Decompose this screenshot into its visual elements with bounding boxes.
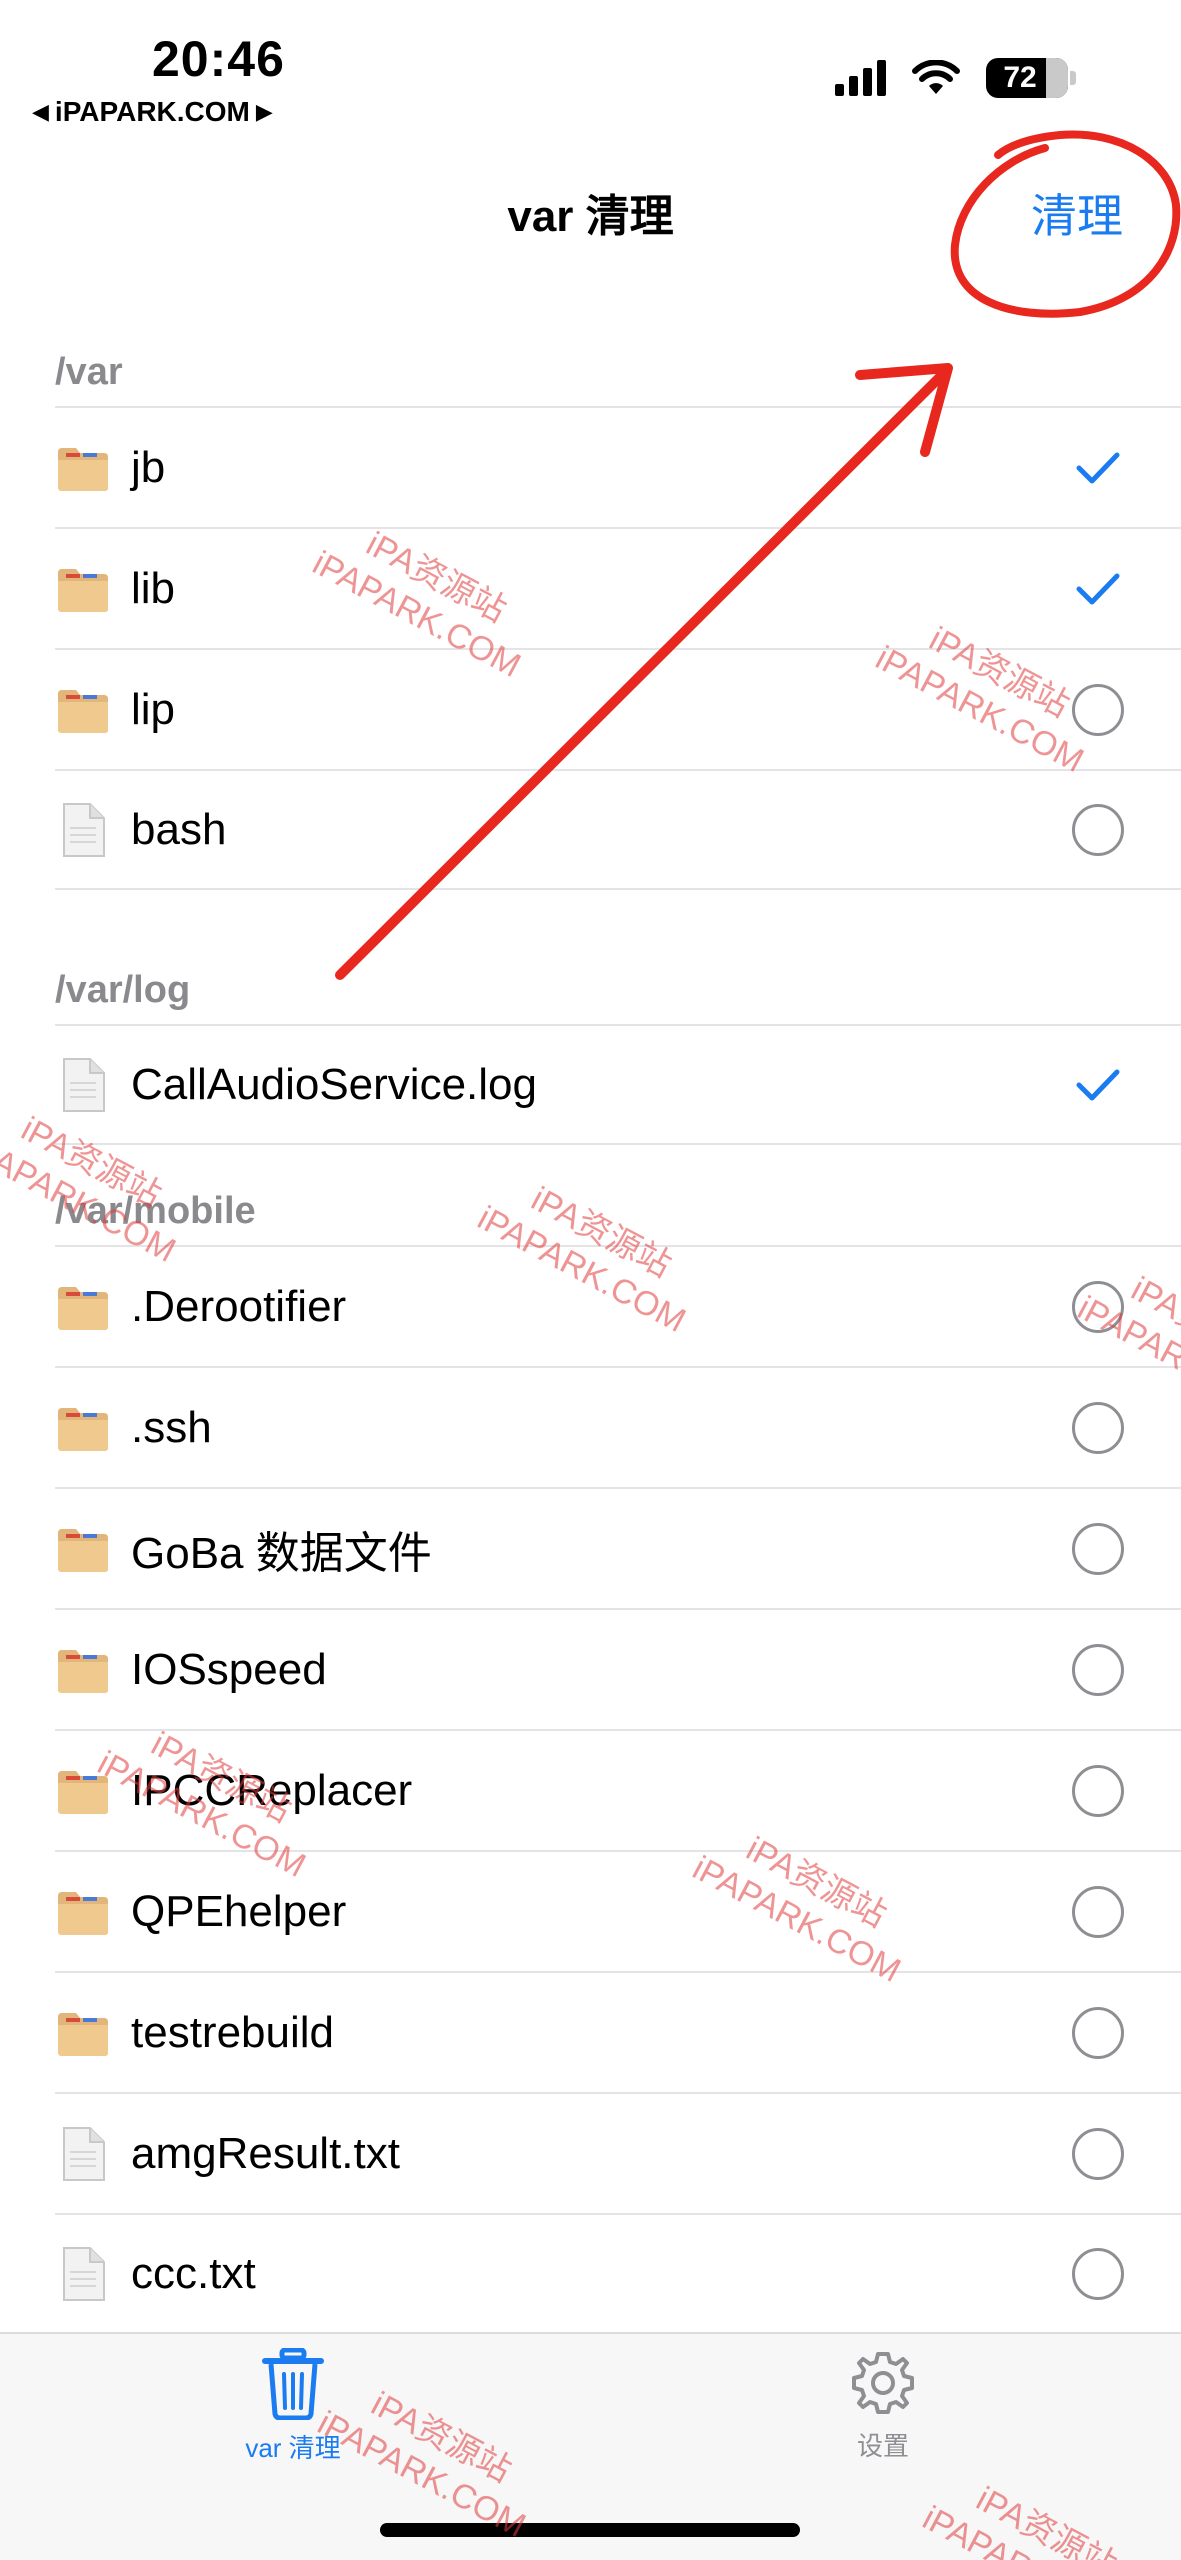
status-icons: 72: [835, 58, 1076, 98]
back-to-app-link[interactable]: ◀ iPAPARK.COM ▶: [32, 96, 273, 128]
item-name: lip: [131, 684, 176, 734]
wifi-icon: [912, 60, 960, 94]
list-item[interactable]: .ssh: [55, 1366, 1181, 1487]
list-item[interactable]: ccc.txt: [55, 2213, 1181, 2334]
forward-triangle-icon: ▶: [255, 99, 273, 124]
file-icon: [55, 1057, 111, 1112]
section-header: /var/mobile: [55, 1190, 256, 1232]
item-name: .Derootifier: [131, 1281, 347, 1331]
item-name: amgResult.txt: [131, 2128, 400, 2178]
folder-icon: [55, 684, 111, 736]
section-group: jb lib lip bash: [0, 406, 1181, 890]
list-item[interactable]: testrebuild: [55, 1971, 1181, 2092]
list-item[interactable]: GoBa 数据文件: [55, 1487, 1181, 1608]
gear-icon: [852, 2352, 914, 2414]
item-name: GoBa 数据文件: [131, 1528, 432, 1578]
list-item[interactable]: lip: [55, 648, 1181, 769]
radio-circle[interactable]: [1071, 1764, 1125, 1818]
trash-icon: [262, 2348, 324, 2420]
radio-circle[interactable]: [1071, 683, 1125, 737]
tab-var-clean-label: var 清理: [245, 2433, 341, 2463]
battery-level: 72: [1003, 61, 1037, 94]
home-indicator: [380, 2523, 800, 2537]
list-item[interactable]: IOSspeed: [55, 1608, 1181, 1729]
checkmark-icon[interactable]: [1071, 562, 1125, 616]
folder-icon: [55, 1523, 111, 1575]
tab-settings-label: 设置: [856, 2431, 909, 2461]
item-name: IPCCReplacer: [131, 1765, 413, 1815]
item-name: ccc.txt: [131, 2248, 256, 2298]
list-item[interactable]: jb: [55, 406, 1181, 527]
back-label: iPAPARK.COM: [54, 96, 250, 127]
folder-icon: [55, 1402, 111, 1454]
list-item[interactable]: amgResult.txt: [55, 2092, 1181, 2213]
radio-circle[interactable]: [1071, 1885, 1125, 1939]
checkmark-icon[interactable]: [1071, 441, 1125, 495]
checkmark-icon[interactable]: [1071, 1058, 1125, 1112]
folder-icon: [55, 1644, 111, 1696]
item-name: lib: [131, 563, 176, 613]
back-triangle-icon: ◀: [32, 99, 49, 124]
folder-icon: [55, 1886, 111, 1938]
item-name: testrebuild: [131, 2007, 335, 2057]
section-group: .Derootifier .ssh GoBa 数据文件 IOSspeed IPCCRep…: [0, 1245, 1181, 2334]
status-bar: 20:46 ◀ iPAPARK.COM ▶ 72: [0, 0, 1181, 130]
list-item[interactable]: .Derootifier: [55, 1245, 1181, 1366]
battery-icon: 72: [986, 58, 1068, 98]
item-name: jb: [131, 442, 166, 492]
file-icon: [55, 2126, 111, 2181]
list-item[interactable]: QPEhelper: [55, 1850, 1181, 1971]
item-name: QPEhelper: [131, 1886, 347, 1936]
file-icon: [55, 2246, 111, 2301]
radio-circle[interactable]: [1071, 2127, 1125, 2181]
radio-circle[interactable]: [1071, 803, 1125, 857]
clean-button[interactable]: 清理: [1031, 180, 1123, 246]
cellular-signal-icon: [835, 60, 886, 96]
list-item[interactable]: IPCCReplacer: [55, 1729, 1181, 1850]
item-name: .ssh: [131, 1402, 212, 1452]
list-item[interactable]: lib: [55, 527, 1181, 648]
section-group: CallAudioService.log: [0, 1024, 1181, 1145]
file-list: /var jb lib lip bash/var/log CallAudioService…: [0, 330, 1181, 2334]
file-icon: [55, 802, 111, 857]
status-time: 20:46: [152, 31, 285, 87]
section-header: /var: [55, 351, 123, 393]
section-header: /var/log: [55, 969, 191, 1011]
radio-circle[interactable]: [1071, 1280, 1125, 1334]
radio-circle[interactable]: [1071, 2006, 1125, 2060]
list-item[interactable]: CallAudioService.log: [55, 1024, 1181, 1145]
radio-circle[interactable]: [1071, 2247, 1125, 2301]
list-item[interactable]: bash: [55, 769, 1181, 890]
radio-circle[interactable]: [1071, 1401, 1125, 1455]
folder-icon: [55, 442, 111, 494]
tab-settings[interactable]: 设置: [783, 2348, 983, 2463]
item-name: IOSspeed: [131, 1644, 327, 1694]
folder-icon: [55, 2007, 111, 2059]
folder-icon: [55, 563, 111, 615]
radio-circle[interactable]: [1071, 1643, 1125, 1697]
item-name: bash: [131, 804, 227, 854]
navigation-bar: var 清理 清理: [0, 150, 1181, 260]
radio-circle[interactable]: [1071, 1522, 1125, 1576]
item-name: CallAudioService.log: [131, 1059, 537, 1109]
folder-icon: [55, 1765, 111, 1817]
folder-icon: [55, 1281, 111, 1333]
page-title: var 清理: [507, 192, 674, 241]
tab-var-clean[interactable]: var 清理: [193, 2348, 393, 2465]
